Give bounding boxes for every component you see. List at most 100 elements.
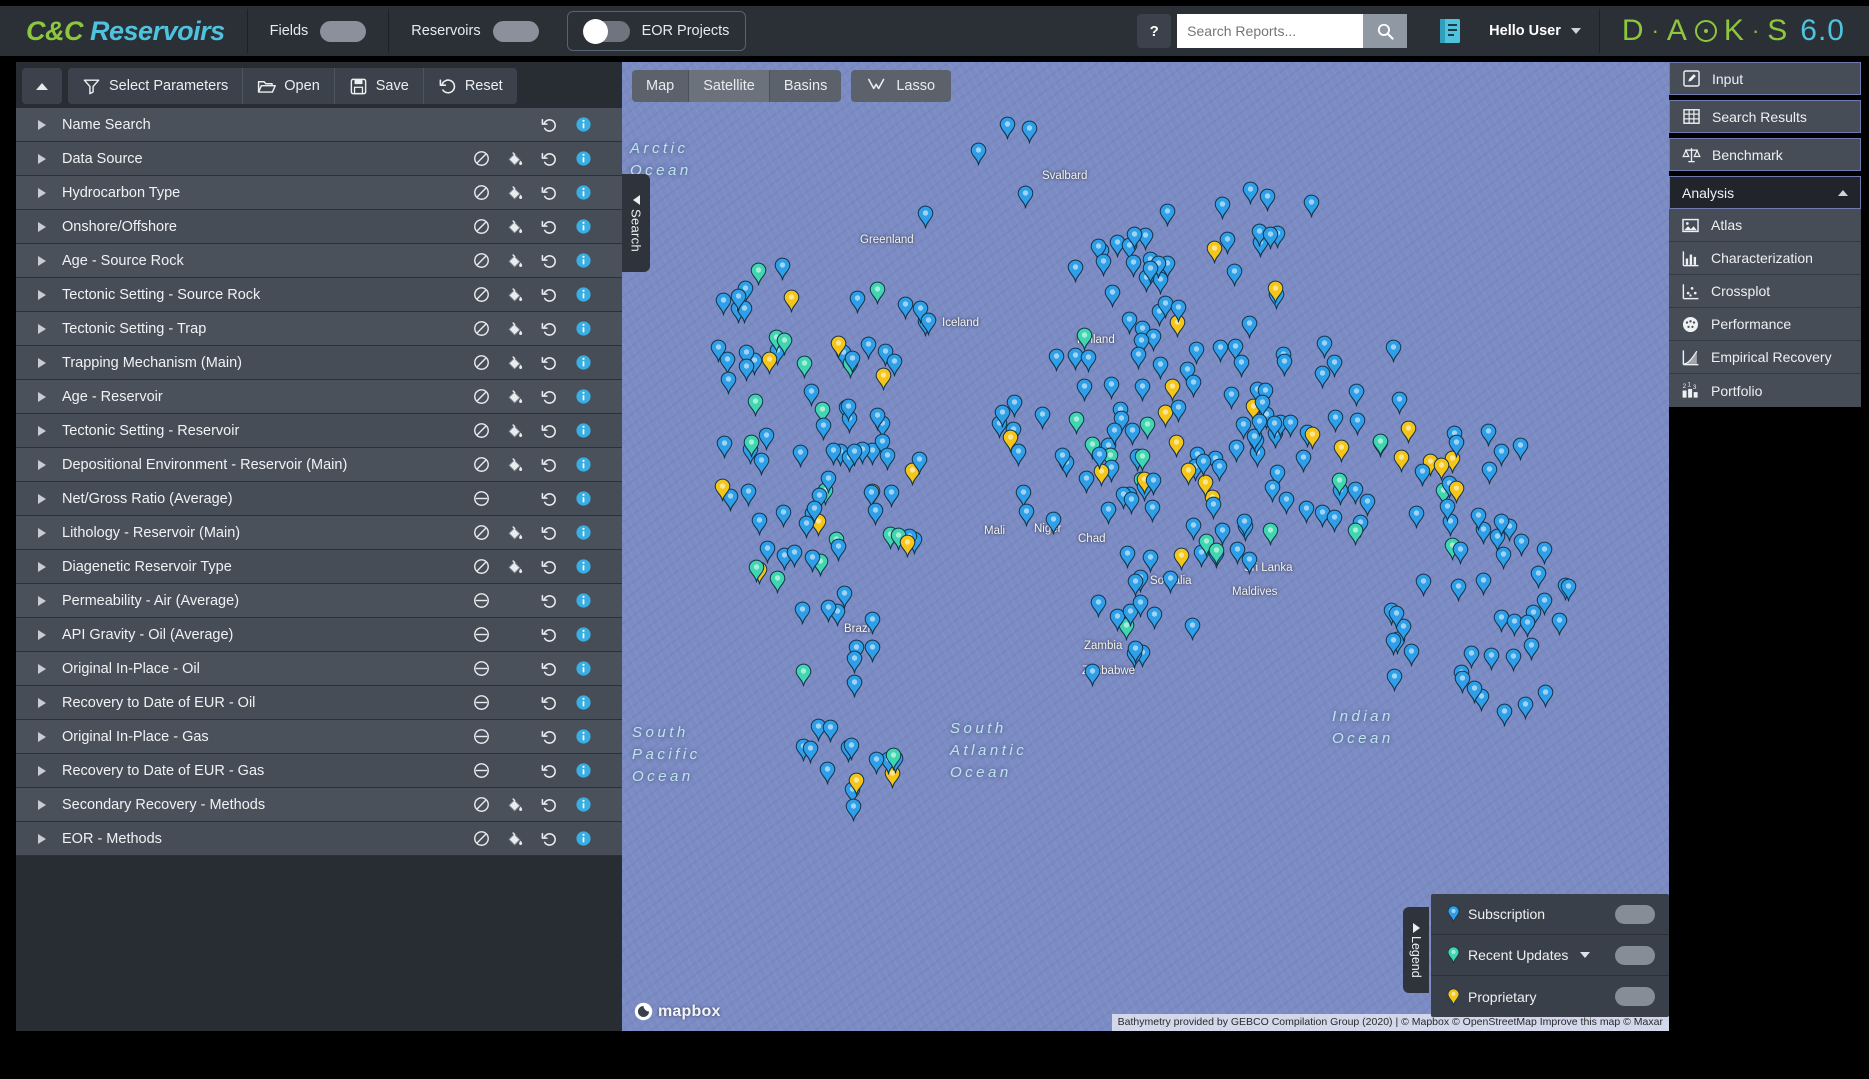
map-pin[interactable] [1054, 447, 1071, 471]
expand-row-caret-icon[interactable] [38, 663, 46, 674]
map-pin[interactable] [1262, 226, 1279, 250]
map-pin[interactable] [1512, 437, 1529, 461]
row-reset-button[interactable] [532, 349, 566, 377]
map-pin[interactable] [1519, 614, 1536, 638]
nav-item-atlas[interactable]: Atlas [1669, 209, 1861, 242]
row-info-button[interactable] [566, 791, 600, 819]
map-pin[interactable] [1347, 481, 1364, 505]
map-pin[interactable] [775, 504, 792, 528]
row-reset-button[interactable] [532, 179, 566, 207]
legend-toggle-switch[interactable] [1615, 945, 1655, 965]
map-pin[interactable] [1185, 374, 1202, 398]
map-pin[interactable] [1282, 414, 1299, 438]
map-pin[interactable] [869, 407, 886, 431]
row-info-button[interactable] [566, 485, 600, 513]
map-pin[interactable] [730, 288, 747, 312]
fields-toggle-group[interactable]: Fields [248, 9, 389, 53]
map-pin[interactable] [1278, 491, 1295, 515]
nav-item-crossplot[interactable]: Crossplot [1669, 275, 1861, 308]
map-pin[interactable] [1242, 181, 1259, 205]
parameter-row[interactable]: Diagenetic Reservoir Type [16, 550, 622, 584]
range-slider-button[interactable] [464, 723, 498, 751]
map-pin[interactable] [792, 444, 809, 468]
map-pin[interactable] [1327, 409, 1344, 433]
expand-row-caret-icon[interactable] [38, 493, 46, 504]
map-pin[interactable] [1106, 422, 1123, 446]
map-pin[interactable] [1266, 415, 1283, 439]
map-pin[interactable] [1530, 565, 1547, 589]
map-pin[interactable] [776, 332, 793, 356]
map-pin[interactable] [1211, 458, 1228, 482]
map-pin[interactable] [1048, 348, 1065, 372]
map-pin[interactable] [1034, 406, 1051, 430]
map-pin[interactable] [1173, 547, 1190, 571]
map-pin[interactable] [1214, 196, 1231, 220]
map-pin[interactable] [1372, 433, 1389, 457]
map-pin[interactable] [836, 585, 853, 609]
row-reset-button[interactable] [532, 213, 566, 241]
expand-row-caret-icon[interactable] [38, 289, 46, 300]
map-pin[interactable] [1433, 457, 1450, 481]
map-pin[interactable] [747, 393, 764, 417]
row-reset-button[interactable] [532, 553, 566, 581]
expand-row-caret-icon[interactable] [38, 629, 46, 640]
parameter-row[interactable]: Depositional Environment - Reservoir (Ma… [16, 448, 622, 482]
map-pin[interactable] [846, 674, 863, 698]
row-reset-button[interactable] [532, 451, 566, 479]
expand-row-caret-icon[interactable] [38, 595, 46, 606]
map-pin[interactable] [1170, 399, 1187, 423]
map-pin[interactable] [1314, 365, 1331, 389]
map-pin[interactable] [1349, 412, 1366, 436]
map-pin[interactable] [1523, 637, 1540, 661]
paint-color-button[interactable] [498, 247, 532, 275]
nav-item-search-results[interactable]: Search Results [1669, 100, 1861, 133]
map-pin[interactable] [869, 281, 886, 305]
map-pin[interactable] [825, 442, 842, 466]
map-pin[interactable] [1214, 522, 1231, 546]
map-pin[interactable] [1180, 462, 1197, 486]
map-pin[interactable] [1251, 413, 1268, 437]
row-info-button[interactable] [566, 553, 600, 581]
row-reset-button[interactable] [532, 723, 566, 751]
user-menu[interactable]: Hello User [1489, 23, 1599, 39]
basemap-tab-satellite[interactable]: Satellite [689, 70, 770, 102]
block-filter-button[interactable] [464, 145, 498, 173]
block-filter-button[interactable] [464, 179, 498, 207]
paint-color-button[interactable] [498, 213, 532, 241]
legend-row[interactable]: Proprietary [1431, 976, 1669, 1017]
row-info-button[interactable] [566, 519, 600, 547]
row-info-button[interactable] [566, 179, 600, 207]
map-pin[interactable] [1104, 284, 1121, 308]
map-pin[interactable] [804, 549, 821, 573]
expand-row-caret-icon[interactable] [38, 799, 46, 810]
map-pin[interactable] [883, 484, 900, 508]
map-pin[interactable] [886, 353, 903, 377]
block-filter-button[interactable] [464, 825, 498, 853]
map-pin[interactable] [1391, 391, 1408, 415]
paint-color-button[interactable] [498, 349, 532, 377]
expand-row-caret-icon[interactable] [38, 527, 46, 538]
search-panel-toggle[interactable]: Search [622, 174, 650, 272]
row-info-button[interactable] [566, 349, 600, 377]
map-pin[interactable] [1551, 612, 1568, 636]
map-pin[interactable] [1132, 594, 1149, 618]
map-pin[interactable] [1560, 578, 1577, 602]
row-reset-button[interactable] [532, 111, 566, 139]
map-pin[interactable] [843, 737, 860, 761]
map-pin[interactable] [1448, 434, 1465, 458]
map-pin[interactable] [1333, 439, 1350, 463]
map-pin[interactable] [1303, 194, 1320, 218]
map-pin[interactable] [867, 502, 884, 526]
map-pin[interactable] [1184, 617, 1201, 641]
map-pin[interactable] [758, 427, 775, 451]
map-pin[interactable] [1493, 513, 1510, 537]
map-pin[interactable] [1091, 446, 1108, 470]
row-info-button[interactable] [566, 281, 600, 309]
map-pin[interactable] [1262, 522, 1279, 546]
map-pin[interactable] [1127, 573, 1144, 597]
parameter-row[interactable]: Recovery to Date of EUR - Gas [16, 754, 622, 788]
map-pin[interactable] [1119, 545, 1136, 569]
row-info-button[interactable] [566, 655, 600, 683]
range-slider-button[interactable] [464, 757, 498, 785]
row-info-button[interactable] [566, 451, 600, 479]
